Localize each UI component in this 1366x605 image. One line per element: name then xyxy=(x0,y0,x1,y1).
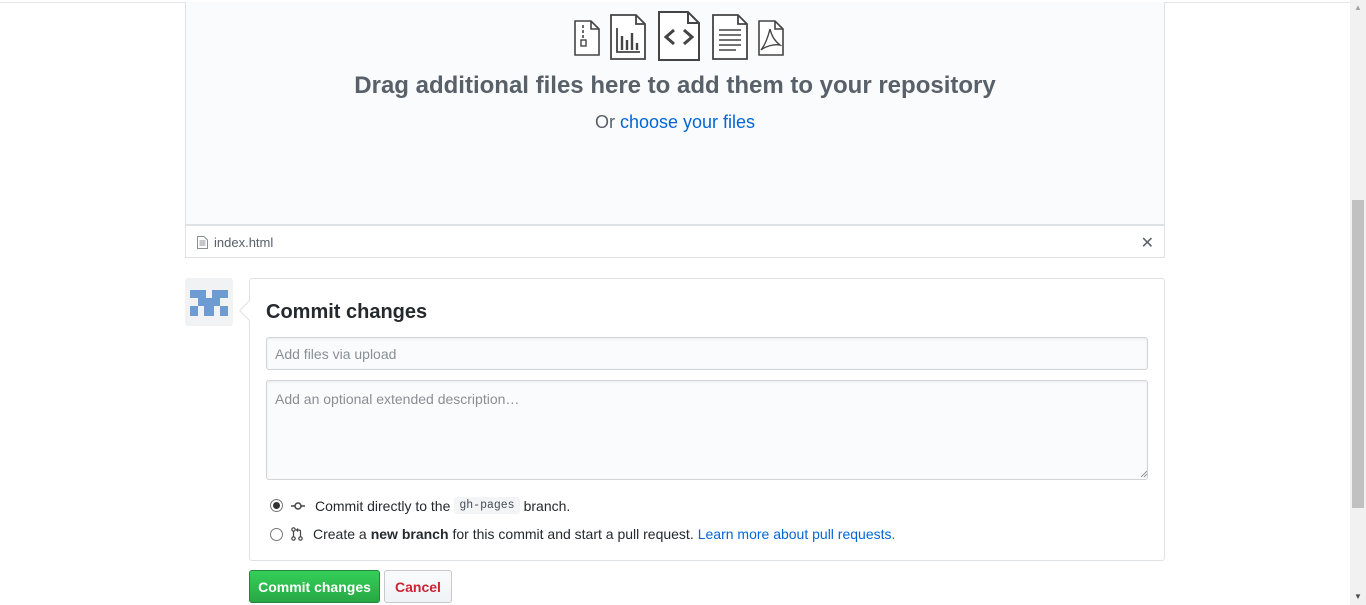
commit-direct-suffix: branch. xyxy=(523,497,571,514)
file-icon xyxy=(197,236,208,249)
file-type-icons xyxy=(572,9,786,63)
git-commit-icon xyxy=(291,501,305,510)
file-dropzone[interactable]: Drag additional files here to add them t… xyxy=(185,2,1165,225)
new-branch-radio[interactable] xyxy=(270,527,283,541)
pdf-file-icon xyxy=(758,20,784,56)
remove-file-close-icon[interactable]: ✕ xyxy=(1141,233,1154,253)
zip-file-icon xyxy=(574,20,600,56)
chart-file-icon xyxy=(610,14,646,60)
new-branch-bold: new branch xyxy=(370,526,449,542)
commit-form: Commit changes Commit directly to the gh… xyxy=(249,278,1165,561)
commit-summary-input[interactable] xyxy=(266,337,1148,370)
scroll-up-icon[interactable]: ▲ xyxy=(1350,0,1366,16)
avatar[interactable] xyxy=(185,278,233,326)
identicon-icon xyxy=(190,290,228,316)
commit-direct-radio[interactable] xyxy=(270,499,283,512)
file-name: index.html xyxy=(214,235,274,250)
new-branch-suffix: for this commit and start a pull request… xyxy=(452,526,694,542)
uploaded-file-row: index.html ✕ xyxy=(185,225,1165,258)
commit-changes-button[interactable]: Commit changes xyxy=(249,570,380,603)
branch-name: gh-pages xyxy=(454,497,520,514)
dropzone-title: Drag additional files here to add them t… xyxy=(354,72,996,99)
code-file-icon xyxy=(658,11,700,61)
scroll-down-icon[interactable]: ▼ xyxy=(1350,589,1366,605)
new-branch-option[interactable]: Create a new branch for this commit and … xyxy=(270,526,895,542)
text-file-icon xyxy=(712,14,748,60)
commit-description-textarea[interactable] xyxy=(266,380,1148,480)
commit-heading: Commit changes xyxy=(266,301,428,323)
git-pull-request-icon xyxy=(291,527,303,541)
learn-more-pull-requests-link[interactable]: Learn more about pull requests. xyxy=(698,526,896,542)
commit-direct-prefix: Commit directly to the xyxy=(315,497,451,514)
scrollbar-thumb[interactable] xyxy=(1352,200,1364,508)
vertical-scrollbar[interactable]: ▲ ▼ xyxy=(1350,0,1366,605)
commit-direct-option[interactable]: Commit directly to the gh-pages branch. xyxy=(270,497,570,514)
dropzone-subtitle: Or choose your files xyxy=(186,112,1164,133)
or-text: Or xyxy=(594,112,615,132)
cancel-button[interactable]: Cancel xyxy=(384,570,452,603)
choose-files-link[interactable]: choose your files xyxy=(620,112,755,132)
new-branch-prefix: Create a xyxy=(313,526,367,542)
resize-grip-icon[interactable] xyxy=(1140,470,1148,478)
